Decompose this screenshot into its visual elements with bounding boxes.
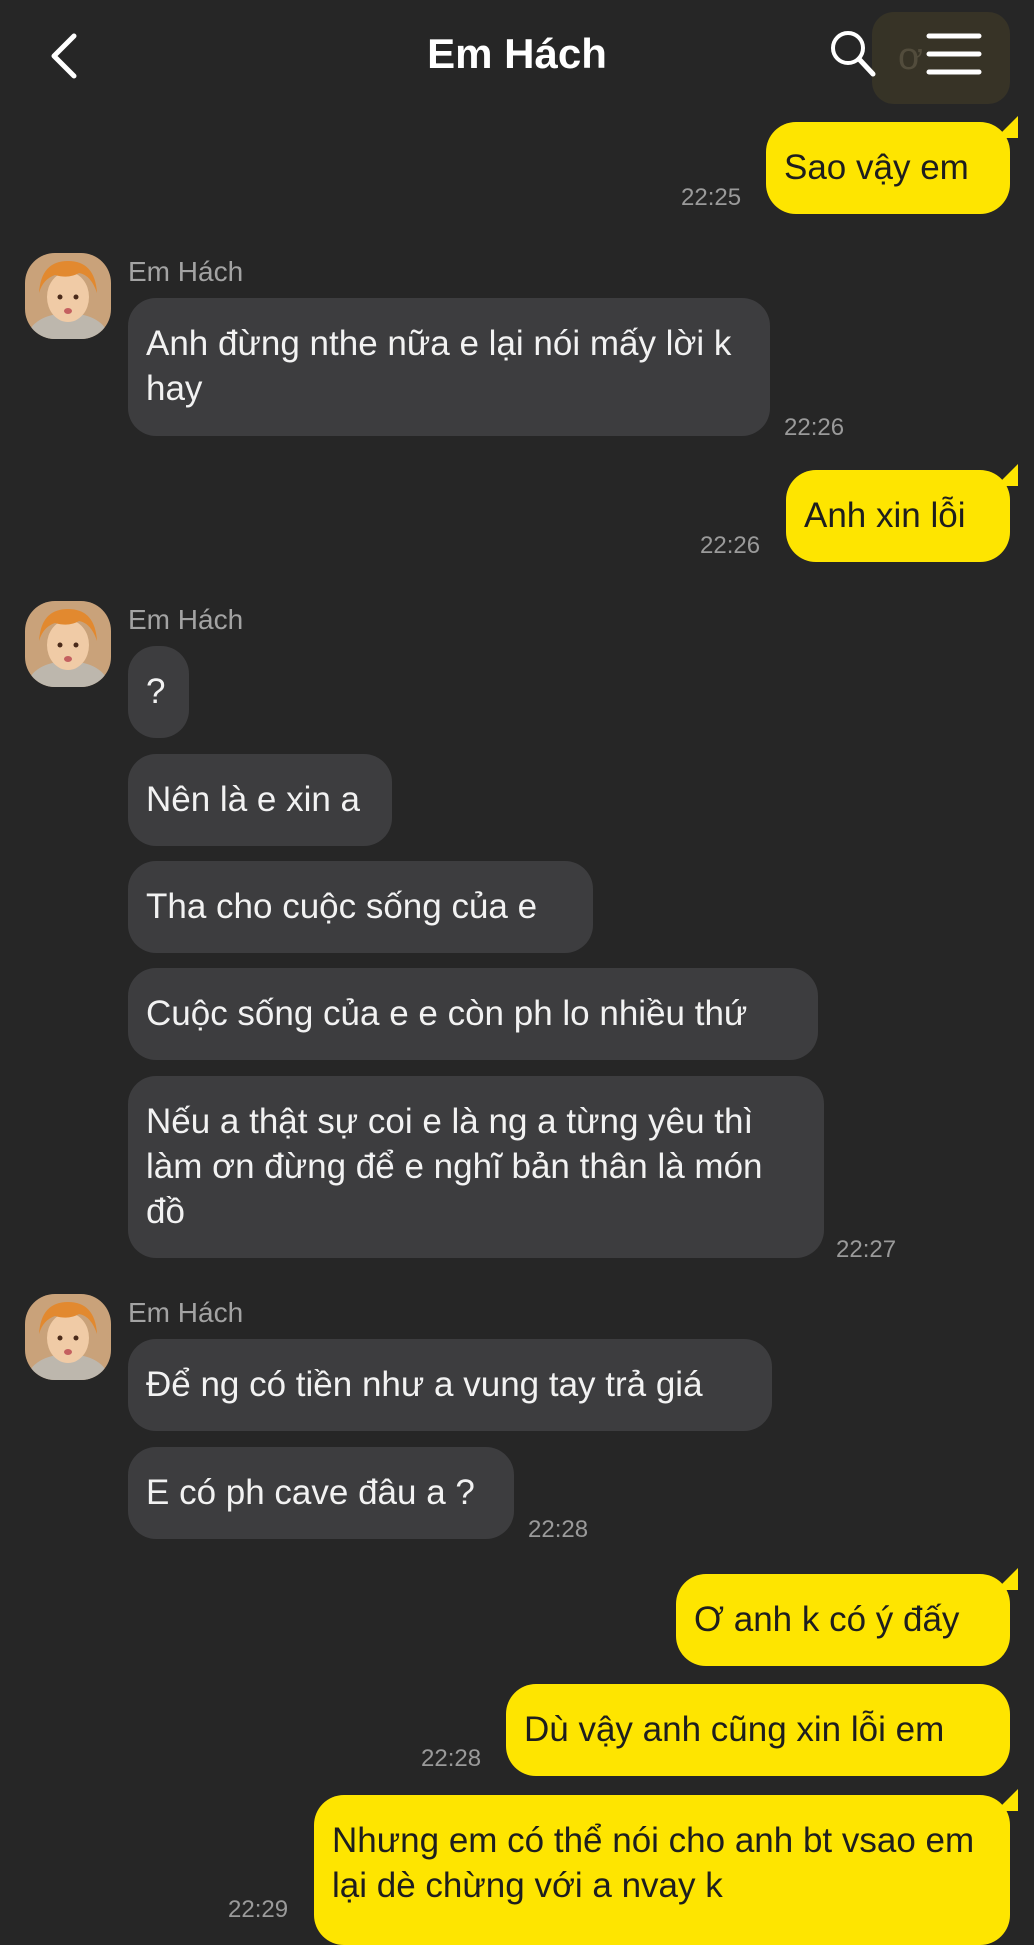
message-text: ? (146, 672, 166, 711)
message-text: Anh đừng nthe nữa e lại nói mấy lời k ha… (146, 324, 732, 408)
message-text: Dù vậy anh cũng xin lỗi em (524, 1710, 945, 1749)
avatar[interactable] (25, 1294, 111, 1380)
timestamp: 22:27 (836, 1236, 897, 1263)
message-text: Cuộc sống của e e còn ph lo nhiều thứ (146, 994, 748, 1033)
sender-name: Em Hách (128, 1297, 244, 1328)
bubble-tail (996, 1568, 1018, 1590)
message-text: Nên là e xin a (146, 780, 361, 819)
chat-title: Em Hách (427, 30, 607, 77)
sender-name: Em Hách (128, 256, 244, 287)
timestamp: 22:28 (421, 1745, 482, 1772)
chat-header: ơ Em Hách (0, 0, 1034, 112)
sender-name: Em Hách (128, 604, 244, 635)
message-text: Anh xin lỗi (804, 496, 966, 535)
incoming-message[interactable]: Anh đừng nthe nữa e lại nói mấy lời k ha… (128, 298, 770, 436)
bubble-tail (996, 116, 1018, 138)
menu-icon[interactable] (926, 32, 982, 76)
message-text: Để ng có tiền như a vung tay trả giá (146, 1365, 703, 1404)
message-text: Nhưng em có thể nói cho anh bt vsao em l… (332, 1821, 975, 1905)
outgoing-message[interactable]: Dù vậy anh cũng xin lỗi em (506, 1684, 1010, 1776)
outgoing-message[interactable]: Ơ anh k có ý đấy (676, 1574, 1010, 1666)
incoming-message[interactable]: Nếu a thật sự coi e là ng a từng yêu thì… (128, 1076, 824, 1258)
timestamp: 22:26 (700, 532, 761, 559)
message-text: Ơ anh k có ý đấy (694, 1600, 960, 1639)
incoming-message[interactable]: Cuộc sống của e e còn ph lo nhiều thứ (128, 968, 818, 1060)
outgoing-message[interactable]: Nhưng em có thể nói cho anh bt vsao em l… (314, 1795, 1010, 1945)
outgoing-message[interactable]: Anh xin lỗi (786, 470, 1010, 562)
timestamp: 22:25 (681, 184, 742, 211)
message-text: E có ph cave đâu a ? (146, 1473, 475, 1512)
avatar[interactable] (25, 601, 111, 687)
timestamp: 22:28 (528, 1516, 589, 1543)
incoming-message[interactable]: Để ng có tiền như a vung tay trả giá (128, 1339, 772, 1431)
message-text: Sao vậy em (784, 148, 969, 187)
bubble-tail (996, 464, 1018, 486)
incoming-message[interactable]: E có ph cave đâu a ? (128, 1447, 514, 1539)
message-text: Nếu a thật sự coi e là ng a từng yêu thì… (146, 1102, 763, 1231)
bubble-tail (996, 1789, 1018, 1811)
timestamp: 22:26 (784, 414, 845, 441)
incoming-message[interactable]: ? (128, 646, 189, 738)
avatar[interactable] (25, 253, 111, 339)
outgoing-message[interactable]: Sao vậy em (766, 122, 1010, 214)
message-text: Tha cho cuộc sống của e (146, 887, 538, 926)
search-icon[interactable] (828, 28, 878, 80)
incoming-message[interactable]: Tha cho cuộc sống của e (128, 861, 593, 953)
incoming-message[interactable]: Nên là e xin a (128, 754, 392, 846)
